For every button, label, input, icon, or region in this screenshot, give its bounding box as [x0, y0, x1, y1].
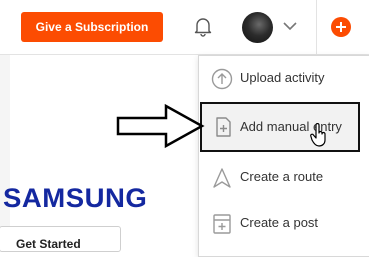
- route-icon: [213, 168, 231, 188]
- post-icon: [213, 214, 231, 234]
- menu-item-add-manual-entry[interactable]: Add manual entry: [200, 102, 360, 152]
- create-menu-dropdown: Upload activity Create a route Create a …: [198, 55, 369, 257]
- pointer-arrow-icon: [116, 103, 205, 149]
- plus-icon: [336, 22, 346, 32]
- menu-item-create-route[interactable]: Create a route: [199, 155, 369, 201]
- menu-item-label: Create a post: [240, 215, 319, 230]
- manual-entry-icon: [216, 117, 231, 137]
- divider: [316, 0, 317, 54]
- left-panel-edge: [0, 55, 10, 247]
- bell-icon[interactable]: [191, 14, 215, 38]
- upload-icon: [211, 68, 233, 90]
- hand-cursor-icon: [310, 123, 326, 147]
- user-avatar[interactable]: [242, 12, 273, 43]
- top-navigation-bar: Give a Subscription: [0, 0, 369, 54]
- get-started-button[interactable]: Get Started: [0, 226, 121, 252]
- menu-item-create-post[interactable]: Create a post: [199, 201, 369, 247]
- give-subscription-button[interactable]: Give a Subscription: [21, 12, 163, 42]
- add-plus-button[interactable]: [331, 17, 351, 37]
- chevron-down-icon[interactable]: [282, 20, 298, 32]
- menu-item-label: Create a route: [240, 169, 324, 184]
- menu-item-label: Upload activity: [240, 70, 325, 85]
- samsung-logo: SAMSUNG: [3, 183, 148, 213]
- menu-item-upload-activity[interactable]: Upload activity: [199, 56, 369, 102]
